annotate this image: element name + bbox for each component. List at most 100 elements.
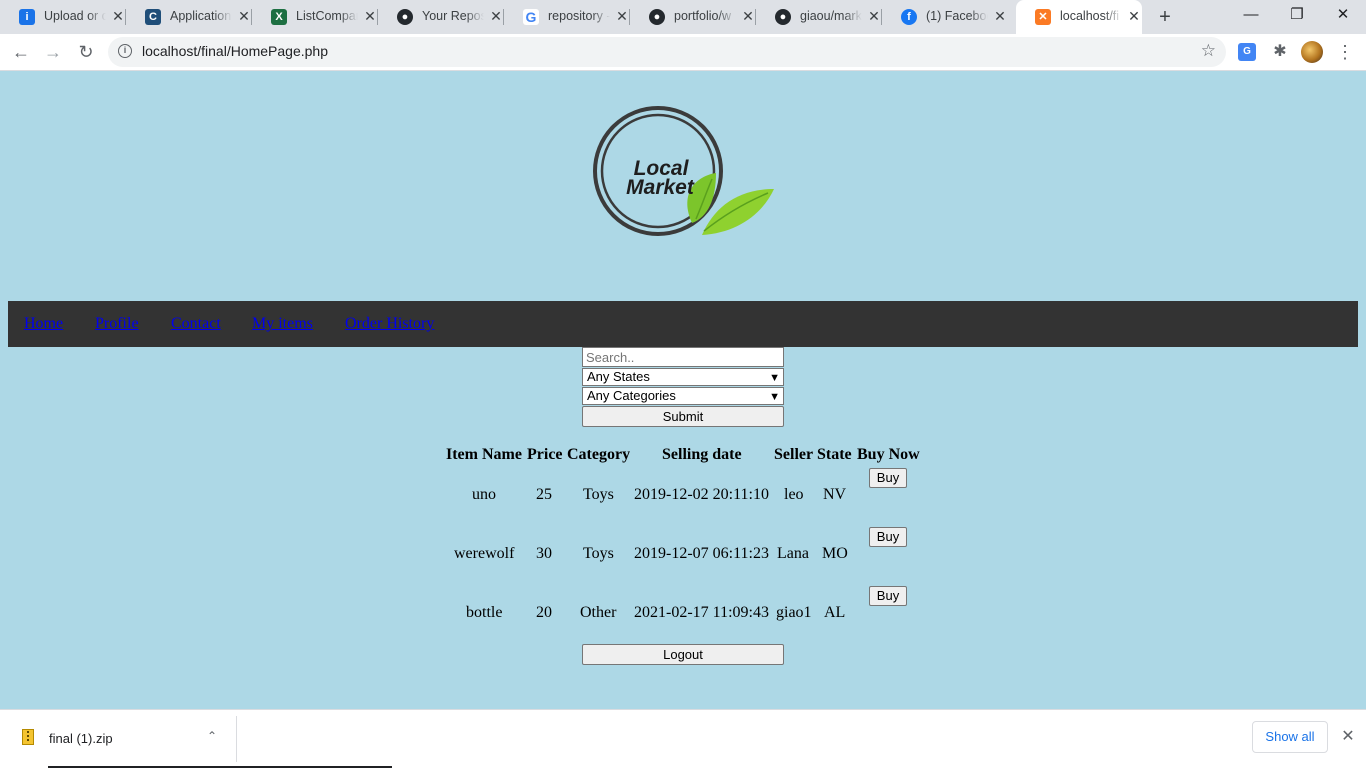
- browser-tab[interactable]: i Upload or c ✕: [0, 0, 126, 34]
- browser-toolbar: ← → ↻ i localhost/final/HomePage.php ☆ G…: [0, 34, 1366, 71]
- nav-link-home[interactable]: Home: [24, 315, 63, 333]
- github-icon: ●: [397, 9, 413, 25]
- xampp-icon: ✕: [1035, 9, 1051, 25]
- translate-icon[interactable]: G: [1238, 43, 1256, 61]
- close-icon[interactable]: ✕: [1339, 728, 1357, 746]
- window-close-icon[interactable]: ✕: [1320, 0, 1366, 32]
- state-select[interactable]: Any States ▼: [582, 368, 784, 386]
- zip-file-icon: [22, 729, 34, 745]
- category-select-value: Any Categories: [587, 388, 676, 403]
- table-header: Buy Now: [857, 446, 920, 463]
- item-seller: Lana: [777, 545, 809, 562]
- close-icon[interactable]: ✕: [488, 8, 504, 24]
- reload-icon[interactable]: ↻: [74, 40, 98, 64]
- buy-button[interactable]: Buy: [869, 468, 907, 488]
- item-state: NV: [823, 486, 847, 503]
- close-icon[interactable]: ✕: [992, 8, 1008, 24]
- tab-title: ListCompan: [296, 9, 358, 25]
- logout-button[interactable]: Logout: [582, 644, 784, 665]
- browser-tab-active[interactable]: ✕ localhost/fi ✕: [1016, 0, 1142, 34]
- tab-title: giaou/mark: [800, 9, 862, 25]
- table-header: Price: [527, 446, 563, 463]
- page-content: Local Market Home Profile Contact My ite…: [0, 71, 1366, 709]
- item-category: Toys: [583, 545, 614, 562]
- github-icon: ●: [649, 9, 665, 25]
- tab-title: (1) Faceboo: [926, 9, 988, 25]
- close-icon[interactable]: ✕: [362, 8, 378, 24]
- browser-tab[interactable]: X ListCompan ✕: [252, 0, 378, 34]
- close-icon[interactable]: ✕: [866, 8, 882, 24]
- back-icon[interactable]: ←: [9, 40, 33, 64]
- item-price: 30: [536, 545, 552, 562]
- extensions-icon[interactable]: ✱: [1271, 43, 1289, 61]
- item-date: 2021-02-17 11:09:43: [634, 604, 769, 621]
- state-select-value: Any States: [587, 369, 650, 384]
- category-select[interactable]: Any Categories ▼: [582, 387, 784, 405]
- site-info-icon[interactable]: i: [118, 44, 132, 58]
- tab-title: Application: [170, 9, 232, 25]
- buy-button[interactable]: Buy: [869, 586, 907, 606]
- facebook-icon: f: [901, 9, 917, 25]
- browser-tab[interactable]: G repository - ✕: [504, 0, 630, 34]
- chevron-down-icon: ▼: [769, 391, 780, 403]
- search-input[interactable]: [582, 347, 784, 367]
- download-shelf: final (1).zip ⌃ Show all ✕: [0, 709, 1366, 768]
- item-category: Toys: [583, 486, 614, 503]
- browser-tab[interactable]: ● giaou/mark ✕: [756, 0, 882, 34]
- close-icon[interactable]: ✕: [740, 8, 756, 24]
- item-date: 2019-12-07 06:11:23: [634, 545, 769, 562]
- nav-link-contact[interactable]: Contact: [171, 315, 221, 333]
- submit-button[interactable]: Submit: [582, 406, 784, 427]
- forward-icon[interactable]: →: [41, 40, 65, 64]
- close-icon[interactable]: ✕: [110, 8, 126, 24]
- profile-avatar[interactable]: [1301, 41, 1323, 63]
- url-text[interactable]: localhost/final/HomePage.php: [142, 43, 328, 59]
- google-icon: G: [523, 9, 539, 25]
- tab-title: Upload or c: [44, 9, 106, 25]
- info-icon: i: [19, 9, 35, 25]
- buy-button[interactable]: Buy: [869, 527, 907, 547]
- show-all-button[interactable]: Show all: [1252, 721, 1328, 753]
- tab-title: repository -: [548, 9, 610, 25]
- item-seller: leo: [784, 486, 804, 503]
- address-bar[interactable]: i localhost/final/HomePage.php ☆: [108, 37, 1226, 67]
- tab-title: Your Reposi: [422, 9, 484, 25]
- tab-title: localhost/fi: [1060, 9, 1122, 25]
- item-category: Other: [580, 604, 617, 621]
- item-price: 20: [536, 604, 552, 621]
- table-header: Selling date: [662, 446, 742, 463]
- item-seller: giao1: [776, 604, 812, 621]
- browser-tab[interactable]: ● Your Reposi ✕: [378, 0, 504, 34]
- nav-link-order-history[interactable]: Order History: [345, 315, 434, 333]
- nav-link-profile[interactable]: Profile: [95, 315, 139, 333]
- minimize-icon[interactable]: —: [1228, 0, 1274, 32]
- item-name: werewolf: [454, 545, 515, 562]
- page-scrollbar[interactable]: [1358, 71, 1366, 709]
- table-header: Item Name: [446, 446, 522, 463]
- browser-tab[interactable]: f (1) Faceboo ✕: [882, 0, 1008, 34]
- local-market-logo: Local Market: [593, 106, 774, 236]
- restore-icon[interactable]: ❐: [1274, 0, 1320, 32]
- browser-tab[interactable]: C Application ✕: [126, 0, 252, 34]
- item-state: MO: [822, 545, 848, 562]
- browser-tab[interactable]: ● portfolio/w ✕: [630, 0, 756, 34]
- item-name: uno: [472, 486, 496, 503]
- table-header: Category: [567, 446, 631, 463]
- download-filename[interactable]: final (1).zip: [49, 731, 113, 746]
- close-icon[interactable]: ✕: [614, 8, 630, 24]
- excel-icon: X: [271, 9, 287, 25]
- table-header: Seller: [774, 446, 814, 463]
- logo-text-line2: Market: [626, 176, 695, 199]
- nav-link-my-items[interactable]: My items: [252, 315, 313, 333]
- bookmark-star-icon[interactable]: ☆: [1201, 41, 1216, 61]
- shelf-divider: [236, 716, 237, 762]
- item-state: AL: [824, 604, 846, 621]
- item-price: 25: [536, 486, 552, 503]
- close-icon[interactable]: ✕: [1126, 8, 1142, 24]
- github-icon: ●: [775, 9, 791, 25]
- chevron-up-icon[interactable]: ⌃: [204, 728, 220, 744]
- close-icon[interactable]: ✕: [236, 8, 252, 24]
- new-tab-icon[interactable]: +: [1155, 7, 1175, 27]
- table-header: State: [817, 446, 852, 463]
- menu-icon[interactable]: ⋮: [1336, 42, 1354, 62]
